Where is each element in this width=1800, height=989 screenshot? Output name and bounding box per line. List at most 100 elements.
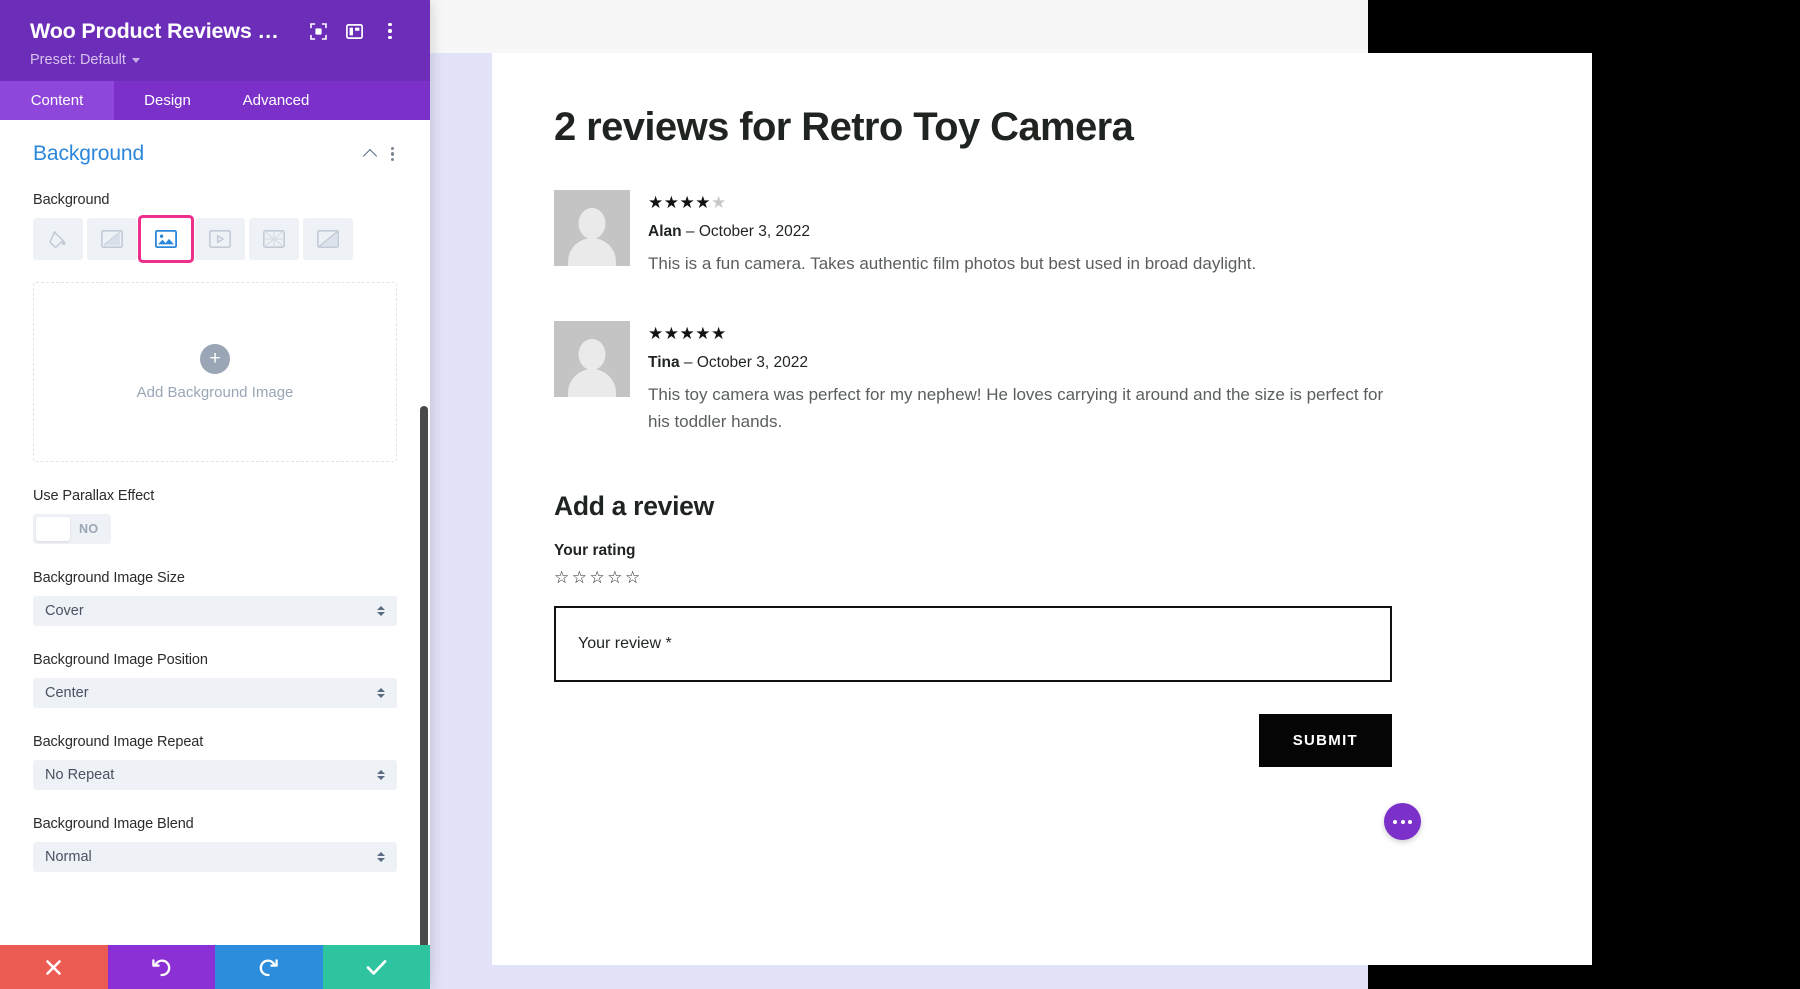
- background-gradient-icon[interactable]: [87, 218, 137, 260]
- panel-scrollbar-thumb[interactable]: [420, 406, 428, 945]
- background-image-position-select[interactable]: Center: [33, 678, 397, 708]
- add-background-image-dropzone[interactable]: + Add Background Image: [33, 282, 397, 462]
- background-video-icon[interactable]: [195, 218, 245, 260]
- star-filled-icon: ★: [695, 193, 711, 212]
- star-filled-icon: ★: [711, 324, 727, 343]
- add-review-heading: Add a review: [554, 491, 1592, 522]
- module-settings-panel: Woo Product Reviews Setti...: [0, 0, 430, 989]
- star-input-4[interactable]: ☆: [607, 568, 625, 587]
- background-mask-icon[interactable]: [303, 218, 353, 260]
- panel-header-icons: [300, 16, 408, 46]
- star-filled-icon: ★: [664, 324, 680, 343]
- plus-glyph: +: [209, 349, 220, 368]
- background-image-blend-label: Background Image Blend: [33, 816, 397, 832]
- review-separator: –: [682, 223, 699, 240]
- toggle-knob: [36, 517, 70, 541]
- review-meta: Alan – October 3, 2022: [648, 223, 1592, 241]
- panel-scroll-body: Background Background: [0, 120, 430, 945]
- discard-button[interactable]: [0, 945, 108, 989]
- tab-content[interactable]: Content: [0, 81, 114, 120]
- avatar: [554, 321, 630, 397]
- focus-icon[interactable]: [300, 16, 336, 46]
- section-header-actions: [364, 144, 397, 165]
- background-field-label: Background: [33, 192, 397, 208]
- preset-selector[interactable]: Preset: Default: [30, 52, 408, 68]
- undo-button[interactable]: [108, 945, 216, 989]
- ellipsis-dot: [1401, 820, 1405, 824]
- star-input-1[interactable]: ☆: [554, 568, 572, 587]
- parallax-label: Use Parallax Effect: [33, 488, 397, 504]
- kebab-menu-icon[interactable]: [388, 144, 397, 165]
- review-separator: –: [680, 354, 697, 371]
- more-options-fab[interactable]: [1384, 803, 1421, 840]
- save-button[interactable]: [323, 945, 431, 989]
- reviews-heading: 2 reviews for Retro Toy Camera: [554, 105, 1592, 150]
- panel-fields: Background Background: [0, 120, 430, 918]
- avatar-body: [568, 369, 616, 397]
- panel-action-bar: [0, 945, 430, 989]
- screen-root: 2 reviews for Retro Toy Camera ★★★★★ Ala…: [0, 0, 1800, 989]
- ellipsis-dot: [1393, 820, 1397, 824]
- review-text: This toy camera was perfect for my nephe…: [648, 382, 1408, 435]
- add-background-image-label: Add Background Image: [137, 384, 294, 401]
- submit-button[interactable]: SUBMIT: [1259, 714, 1392, 767]
- preset-label: Preset: Default: [30, 52, 126, 68]
- background-image-blend-select[interactable]: Normal: [33, 842, 397, 872]
- rating-stars-display: ★★★★★: [648, 325, 1592, 342]
- tab-advanced[interactable]: Advanced: [221, 81, 331, 120]
- avatar-head: [579, 208, 606, 239]
- background-image-repeat-value: No Repeat: [45, 767, 114, 783]
- review-textarea-placeholder: Your review *: [578, 635, 672, 653]
- review-textarea[interactable]: Your review *: [554, 606, 1392, 682]
- background-image-size-label: Background Image Size: [33, 570, 397, 586]
- background-color-icon[interactable]: [33, 218, 83, 260]
- submit-row: SUBMIT: [554, 714, 1392, 767]
- redo-button[interactable]: [215, 945, 323, 989]
- star-filled-icon: ★: [680, 324, 696, 343]
- tab-design[interactable]: Design: [114, 81, 221, 120]
- panel-title: Woo Product Reviews Setti...: [30, 19, 288, 44]
- panel-tabs: Content Design Advanced: [0, 81, 430, 120]
- panel-header: Woo Product Reviews Setti...: [0, 0, 430, 81]
- review-body: ★★★★★ Alan – October 3, 2022 This is a f…: [648, 190, 1592, 277]
- select-arrows-icon: [377, 852, 385, 862]
- section-title: Background: [33, 142, 144, 166]
- product-reviews-section: 2 reviews for Retro Toy Camera ★★★★★ Ala…: [492, 53, 1592, 767]
- star-filled-icon: ★: [680, 193, 696, 212]
- review-meta: Tina – October 3, 2022: [648, 354, 1592, 372]
- chevron-down-icon: [132, 58, 140, 63]
- background-pattern-icon[interactable]: [249, 218, 299, 260]
- review-date: October 3, 2022: [697, 354, 808, 371]
- star-input-2[interactable]: ☆: [572, 568, 590, 587]
- background-image-position-value: Center: [45, 685, 89, 701]
- review-author: Tina: [648, 354, 680, 371]
- select-arrows-icon: [377, 606, 385, 616]
- layout-panel-icon[interactable]: [336, 16, 372, 46]
- background-image-blend-value: Normal: [45, 849, 92, 865]
- background-image-icon[interactable]: [141, 218, 191, 260]
- background-section-header: Background: [33, 142, 397, 166]
- page-preview-canvas: 2 reviews for Retro Toy Camera ★★★★★ Ala…: [430, 0, 1368, 989]
- avatar-body: [568, 238, 616, 266]
- background-image-position-label: Background Image Position: [33, 652, 397, 668]
- star-input-5[interactable]: ☆: [625, 568, 643, 587]
- rating-input[interactable]: ☆☆☆☆☆: [554, 568, 1592, 588]
- star-filled-icon: ★: [648, 324, 664, 343]
- star-empty-icon: ★: [711, 193, 727, 212]
- kebab-menu-icon[interactable]: [372, 16, 408, 46]
- select-arrows-icon: [377, 770, 385, 780]
- avatar: [554, 190, 630, 266]
- review-text: This is a fun camera. Takes authentic fi…: [648, 251, 1408, 277]
- review-item: ★★★★★ Alan – October 3, 2022 This is a f…: [554, 190, 1592, 277]
- review-body: ★★★★★ Tina – October 3, 2022 This toy ca…: [648, 321, 1592, 435]
- chevron-up-icon[interactable]: [364, 147, 378, 161]
- background-image-repeat-select[interactable]: No Repeat: [33, 760, 397, 790]
- star-filled-icon: ★: [664, 193, 680, 212]
- background-image-size-value: Cover: [45, 603, 84, 619]
- background-image-size-select[interactable]: Cover: [33, 596, 397, 626]
- star-filled-icon: ★: [695, 324, 711, 343]
- background-type-selector: [33, 218, 397, 260]
- parallax-toggle[interactable]: NO: [33, 514, 111, 544]
- panel-header-top: Woo Product Reviews Setti...: [30, 16, 408, 46]
- star-input-3[interactable]: ☆: [590, 568, 608, 587]
